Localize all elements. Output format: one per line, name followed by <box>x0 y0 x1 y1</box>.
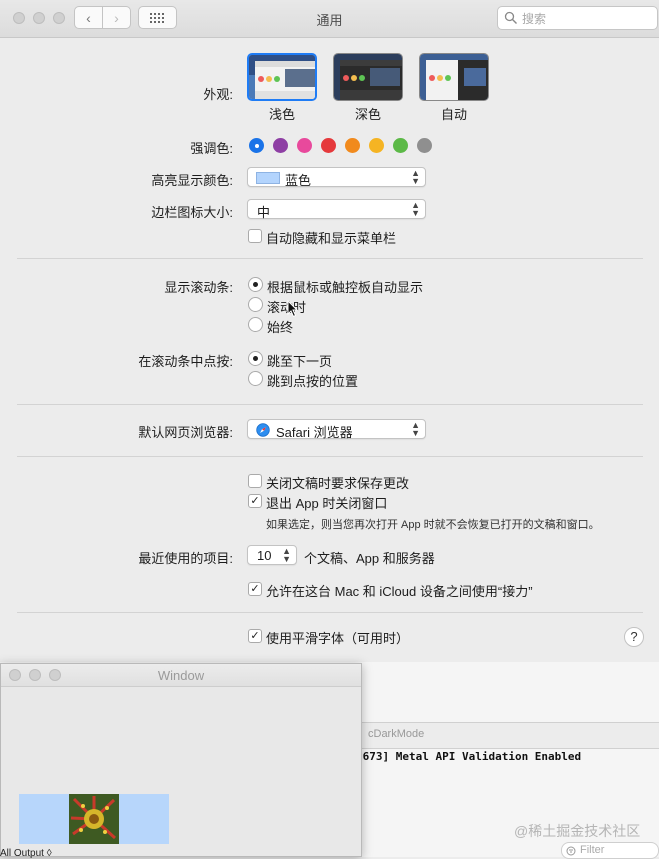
appearance-light-caption: 浅色 <box>268 107 295 122</box>
highlight-color-popup[interactable]: 蓝色 ▲ ▼ <box>247 167 426 188</box>
quit-app-label: 退出 App 时关闭窗口 <box>266 496 388 511</box>
recent-items-value: 10 <box>257 548 272 563</box>
separator <box>17 258 643 259</box>
selected-indicator <box>254 143 259 148</box>
accent-color-swatch[interactable] <box>417 138 432 153</box>
help-button[interactable]: ? <box>624 627 644 647</box>
highlight-value: 蓝色 <box>285 173 312 188</box>
default-browser-label: 默认网页浏览器: <box>138 425 233 440</box>
light-mode-preview-icon <box>249 55 315 99</box>
mouse-cursor-icon <box>287 300 299 318</box>
updown-arrows-icon: ▲ ▼ <box>282 546 291 564</box>
search-field[interactable]: 搜索 <box>497 6 658 30</box>
title-bar: ‹ › 通用 搜索 <box>0 0 659 38</box>
default-browser-popup[interactable]: Safari 浏览器 ▲ ▼ <box>247 419 426 440</box>
search-placeholder: 搜索 <box>522 11 547 26</box>
sidebar-icon-size-label: 边栏图标大小: <box>151 205 233 220</box>
accent-color-swatch[interactable] <box>369 138 384 153</box>
accent-color-swatch[interactable] <box>297 138 312 153</box>
filter-icon <box>566 846 576 856</box>
accent-color-swatch[interactable] <box>393 138 408 153</box>
scrollbar-scrolling-radio[interactable] <box>248 297 263 312</box>
highlight-swatch <box>256 172 280 184</box>
close-docs-label: 关闭文稿时要求保存更改 <box>266 476 410 491</box>
close-docs-checkbox[interactable] <box>248 474 262 488</box>
highlight-label: 高亮显示颜色: <box>151 173 233 188</box>
recent-items-label: 最近使用的项目: <box>138 551 233 566</box>
separator <box>17 456 643 457</box>
scrollbar-auto-radio[interactable] <box>248 277 263 292</box>
jump-next-page-radio[interactable] <box>248 351 263 366</box>
recent-items-suffix: 个文稿、App 和服务器 <box>304 551 435 566</box>
appearance-auto-thumb[interactable] <box>419 53 489 101</box>
auto-hide-menu-label: 自动隐藏和显示菜单栏 <box>266 231 397 246</box>
background-tab-bar: cDarkMode <box>362 722 659 749</box>
floating-window[interactable]: Window <box>0 663 362 857</box>
scrollbar-auto-label: 根据鼠标或触控板自动显示 <box>267 280 424 295</box>
floating-window-title-bar: Window <box>1 664 361 687</box>
appearance-dark-thumb[interactable] <box>333 53 403 101</box>
scroll-click-label: 在滚动条中点按: <box>138 354 233 369</box>
accent-color-swatch[interactable] <box>273 138 288 153</box>
quit-app-checkbox[interactable]: ✓ <box>248 494 262 508</box>
console-filter-field[interactable]: Filter <box>561 842 659 859</box>
accent-color-swatch[interactable] <box>249 138 264 153</box>
quit-app-note: 如果选定，则当您再次打开 App 时就不会恢复已打开的文稿和窗口。 <box>266 519 600 531</box>
accent-color-swatch[interactable] <box>321 138 336 153</box>
updown-arrows-icon: ▲ ▼ <box>411 420 420 438</box>
show-scrollbars-label: 显示滚动条: <box>164 280 233 295</box>
updown-arrows-icon: ▲ ▼ <box>411 168 420 186</box>
font-smoothing-checkbox[interactable]: ✓ <box>248 629 262 643</box>
background-tab-label: cDarkMode <box>368 728 425 740</box>
appearance-dark-caption: 深色 <box>354 107 381 122</box>
console-output-selector[interactable]: All Output ◊ <box>0 848 52 859</box>
watermark-text: @稀土掘金技术社区 <box>514 823 641 839</box>
appearance-label: 外观: <box>203 87 233 102</box>
scrollbar-always-label: 始终 <box>267 320 294 335</box>
scrollbar-always-radio[interactable] <box>248 317 263 332</box>
jump-click-position-radio[interactable] <box>248 371 263 386</box>
dark-mode-preview-icon <box>334 54 402 100</box>
search-icon <box>504 11 517 24</box>
console-output-line: 8673] Metal API Validation Enabled <box>356 750 582 763</box>
filter-placeholder: Filter <box>580 844 605 856</box>
floating-window-title: Window <box>157 668 205 683</box>
handoff-checkbox[interactable]: ✓ <box>248 582 262 596</box>
appearance-auto-caption: 自动 <box>440 107 467 122</box>
recent-items-stepper[interactable]: 10 ▲ ▼ <box>247 545 297 565</box>
updown-arrows-icon: ▲ ▼ <box>411 200 420 218</box>
jump-click-position-label: 跳到点按的位置 <box>267 374 359 389</box>
safari-compass-icon <box>256 423 270 437</box>
sidebar-icon-size-popup[interactable]: 中 ▲ ▼ <box>247 199 426 220</box>
accent-label: 强调色: <box>190 141 233 156</box>
default-browser-value: Safari 浏览器 <box>276 425 353 440</box>
flower-image <box>69 794 119 844</box>
auto-hide-menu-checkbox[interactable] <box>248 229 262 243</box>
handoff-label: 允许在这台 Mac 和 iCloud 设备之间使用“接力” <box>266 584 533 599</box>
accent-color-swatch[interactable] <box>345 138 360 153</box>
separator <box>17 612 643 613</box>
image-view-background <box>19 794 169 844</box>
auto-mode-preview-icon <box>420 54 488 100</box>
font-smoothing-label: 使用平滑字体（可用时） <box>266 631 410 646</box>
separator <box>17 404 643 405</box>
jump-next-page-label: 跳至下一页 <box>267 354 333 369</box>
sidebar-icon-size-value: 中 <box>257 205 271 220</box>
appearance-light-thumb[interactable] <box>247 53 317 101</box>
